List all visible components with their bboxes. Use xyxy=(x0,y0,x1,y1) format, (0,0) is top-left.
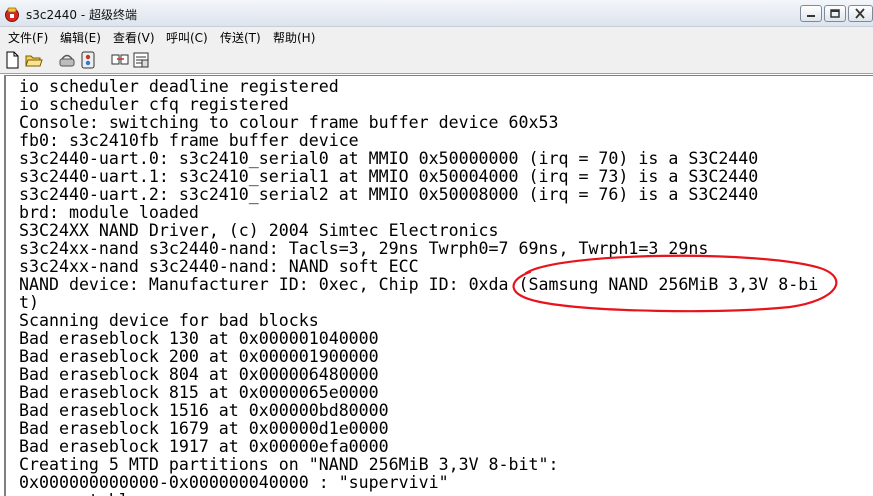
terminal-line: Bad eraseblock 130 at 0x000001040000 xyxy=(19,329,379,348)
terminal-lines: io scheduler deadline registered io sche… xyxy=(19,78,818,496)
properties-icon[interactable] xyxy=(132,51,150,69)
terminal-line: fb0: s3c2410fb frame buffer device xyxy=(19,131,359,150)
terminal-line: s3c2440-uart.1: s3c2410_serial1 at MMIO … xyxy=(19,167,759,186)
terminal-line: s3c24xx-nand s3c2440-nand: NAND soft ECC xyxy=(19,257,419,276)
terminal-line: brd: module loaded xyxy=(19,203,199,222)
window-title: s3c2440 - 超级终端 xyxy=(26,8,137,22)
open-folder-icon[interactable] xyxy=(25,51,43,69)
terminal-line: t) xyxy=(19,293,39,312)
menu-call[interactable]: 呼叫(C) xyxy=(166,29,208,46)
terminal-line: 0x000000000000-0x000000040000 : "supervi… xyxy=(19,473,449,492)
terminal-line: Bad eraseblock 804 at 0x000006480000 xyxy=(19,365,379,384)
terminal-line: Console: switching to colour frame buffe… xyxy=(19,113,559,132)
menu-view[interactable]: 查看(V) xyxy=(113,29,155,46)
menu-file[interactable]: 文件(F) xyxy=(8,29,48,46)
terminal-line: ptable xyxy=(19,492,818,496)
send-file-icon[interactable] xyxy=(111,51,129,69)
menu-help[interactable]: 帮助(H) xyxy=(273,29,315,46)
terminal-line: io scheduler deadline registered xyxy=(19,77,339,96)
hyperterminal-app-icon[interactable] xyxy=(4,6,20,22)
close-button[interactable] xyxy=(848,5,873,22)
terminal-line: Creating 5 MTD partitions on "NAND 256Mi… xyxy=(19,455,559,474)
terminal-line: Bad eraseblock 815 at 0x0000065e0000 xyxy=(19,383,379,402)
title-bar: s3c2440 - 超级终端 xyxy=(0,0,873,27)
disconnect-icon[interactable] xyxy=(58,51,76,69)
terminal-line: s3c2440-uart.0: s3c2410_serial0 at MMIO … xyxy=(19,149,759,168)
terminal-line: S3C24XX NAND Driver, (c) 2004 Simtec Ele… xyxy=(19,221,499,240)
terminal-line: Bad eraseblock 1679 at 0x00000d1e0000 xyxy=(19,419,389,438)
terminal-line: Scanning device for bad blocks xyxy=(19,311,319,330)
menu-transfer[interactable]: 传送(T) xyxy=(220,29,261,46)
close-icon xyxy=(855,8,865,19)
terminal-line: Bad eraseblock 200 at 0x000001900000 xyxy=(19,347,379,366)
terminal-line: s3c2440-uart.2: s3c2410_serial2 at MMIO … xyxy=(19,185,759,204)
toolbar xyxy=(0,46,873,74)
phone-dial-icon[interactable] xyxy=(79,51,97,69)
terminal-line: io scheduler cfq registered xyxy=(19,95,289,114)
terminal-output[interactable]: io scheduler deadline registered io sche… xyxy=(4,75,873,496)
new-document-icon[interactable] xyxy=(4,51,22,69)
menu-bar: 文件(F) 编辑(E) 查看(V) 呼叫(C) 传送(T) 帮助(H) xyxy=(0,27,873,46)
terminal-line: NAND device: Manufacturer ID: 0xec, Chip… xyxy=(19,275,819,294)
minimize-icon xyxy=(807,15,815,17)
terminal-line: Bad eraseblock 1917 at 0x00000efa0000 xyxy=(19,437,389,456)
minimize-button[interactable] xyxy=(800,5,822,22)
maximize-icon xyxy=(830,9,840,18)
terminal-line: Bad eraseblock 1516 at 0x00000bd80000 xyxy=(19,401,389,420)
maximize-button[interactable] xyxy=(824,5,846,22)
terminal-line: s3c24xx-nand s3c2440-nand: Tacls=3, 29ns… xyxy=(19,239,709,258)
menu-edit[interactable]: 编辑(E) xyxy=(60,29,101,46)
